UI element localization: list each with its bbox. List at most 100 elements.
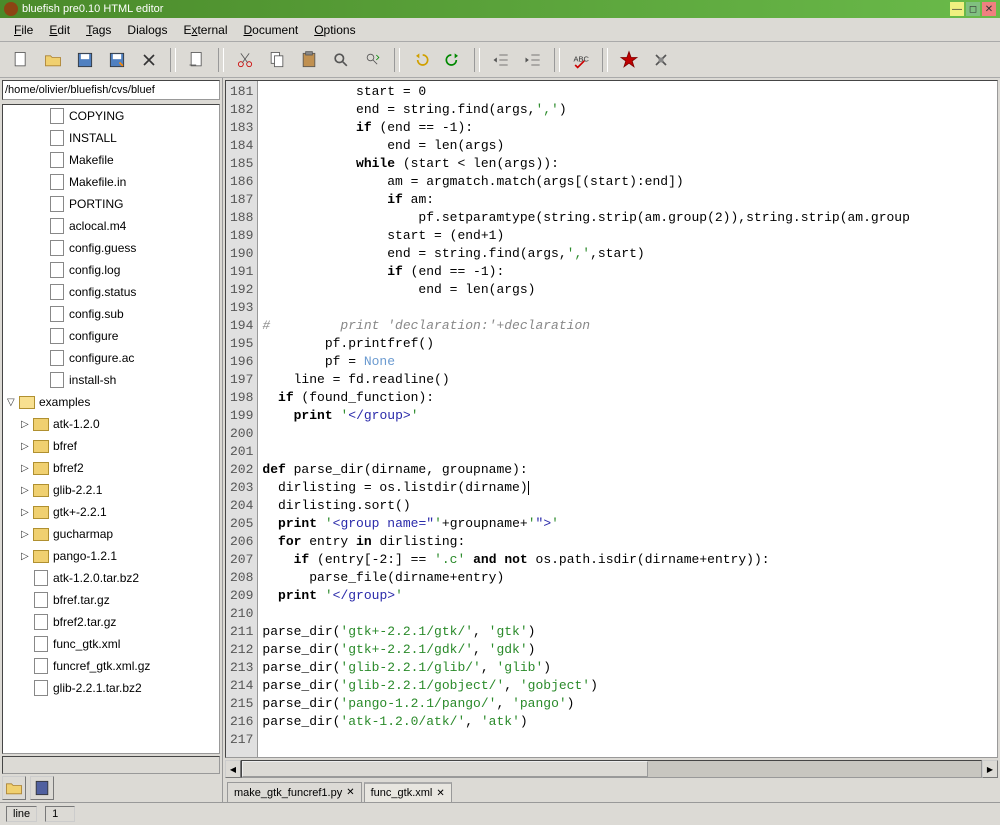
tree-item-label: configure.ac	[69, 351, 134, 365]
tree-item[interactable]: ▷bfref2	[3, 457, 219, 479]
tree-item[interactable]: bfref.tar.gz	[3, 589, 219, 611]
indent-button[interactable]	[518, 45, 548, 75]
editor-hscroll[interactable]: ◀ ▶	[225, 760, 998, 778]
file-icon	[49, 350, 65, 366]
menu-options[interactable]: Options	[308, 21, 361, 39]
tree-item[interactable]: Makefile	[3, 149, 219, 171]
find-button[interactable]	[326, 45, 356, 75]
expander-icon[interactable]: ▷	[21, 463, 33, 474]
tree-item[interactable]: aclocal.m4	[3, 215, 219, 237]
file-icon	[49, 218, 65, 234]
expander-icon[interactable]: ▷	[21, 485, 33, 496]
menu-file[interactable]: File	[8, 21, 39, 39]
close-button[interactable]: ✕	[982, 2, 996, 16]
close-file-button[interactable]	[134, 45, 164, 75]
status-line-value: 1	[45, 806, 75, 822]
tab-close-icon[interactable]: ✕	[346, 787, 354, 798]
tree-item[interactable]: ▷glib-2.2.1	[3, 479, 219, 501]
expander-icon[interactable]: ▽	[7, 397, 19, 408]
paste-button[interactable]	[294, 45, 324, 75]
file-tab[interactable]: make_gtk_funcref1.py✕	[227, 782, 362, 802]
preferences-button[interactable]	[646, 45, 676, 75]
tree-item[interactable]: config.log	[3, 259, 219, 281]
open-file-button[interactable]	[38, 45, 68, 75]
expander-icon[interactable]: ▷	[21, 551, 33, 562]
tree-item-label: gucharmap	[53, 527, 113, 541]
file-tree[interactable]: COPYINGINSTALLMakefileMakefile.inPORTING…	[2, 104, 220, 754]
file-tab[interactable]: func_gtk.xml✕	[364, 782, 452, 802]
tree-item-label: examples	[39, 395, 90, 409]
path-input[interactable]	[2, 80, 220, 100]
maximize-button[interactable]: ◻	[966, 2, 980, 16]
redo-button[interactable]	[438, 45, 468, 75]
undo-button[interactable]	[406, 45, 436, 75]
new-file-button[interactable]	[6, 45, 36, 75]
menu-tags[interactable]: Tags	[80, 21, 117, 39]
tree-item-label: atk-1.2.0	[53, 417, 100, 431]
copy-button[interactable]	[262, 45, 292, 75]
tree-item[interactable]: ▷gtk+-2.2.1	[3, 501, 219, 523]
sidebar-tab-files-button[interactable]	[2, 776, 26, 800]
tree-item[interactable]: config.guess	[3, 237, 219, 259]
tree-item[interactable]: ▷bfref	[3, 435, 219, 457]
code-content[interactable]: start = 0 end = string.find(args,',') if…	[258, 81, 997, 757]
scroll-thumb[interactable]	[242, 761, 648, 777]
tree-item[interactable]: ▷ gucharmap	[3, 523, 219, 545]
tree-item[interactable]: config.sub	[3, 303, 219, 325]
code-editor[interactable]: 1811821831841851861871881891901911921931…	[225, 80, 998, 758]
tree-item[interactable]: PORTING	[3, 193, 219, 215]
spellcheck-button[interactable]: ABC	[566, 45, 596, 75]
expander-icon[interactable]: ▷	[21, 419, 33, 430]
tree-item[interactable]: configure.ac	[3, 347, 219, 369]
folder-icon	[33, 526, 49, 542]
save-as-button[interactable]	[102, 45, 132, 75]
tree-item-label: config.sub	[69, 307, 124, 321]
expander-icon[interactable]: ▷	[21, 507, 33, 518]
toggle-something-button[interactable]	[182, 45, 212, 75]
tree-item-label: func_gtk.xml	[53, 637, 120, 651]
tree-item[interactable]: ▷ atk-1.2.0	[3, 413, 219, 435]
scroll-right-button[interactable]: ▶	[982, 760, 998, 778]
tree-item-label: config.log	[69, 263, 120, 277]
bookmark-button[interactable]	[614, 45, 644, 75]
tree-item[interactable]: COPYING	[3, 105, 219, 127]
scroll-track[interactable]	[241, 760, 982, 778]
tree-item[interactable]: funcref_gtk.xml.gz	[3, 655, 219, 677]
menu-dialogs[interactable]: Dialogs	[121, 21, 173, 39]
menu-document[interactable]: Document	[238, 21, 305, 39]
folder-icon	[33, 460, 49, 476]
tree-item[interactable]: INSTALL	[3, 127, 219, 149]
scroll-left-button[interactable]: ◀	[225, 760, 241, 778]
tree-item[interactable]: glib-2.2.1.tar.bz2	[3, 677, 219, 699]
tree-item-label: install-sh	[69, 373, 116, 387]
tree-item[interactable]: configure	[3, 325, 219, 347]
file-icon	[33, 592, 49, 608]
minimize-button[interactable]: —	[950, 2, 964, 16]
tree-item[interactable]: config.status	[3, 281, 219, 303]
menu-external[interactable]: External	[177, 21, 233, 39]
replace-button[interactable]	[358, 45, 388, 75]
cut-button[interactable]	[230, 45, 260, 75]
tree-item[interactable]: func_gtk.xml	[3, 633, 219, 655]
status-line-label: line	[6, 806, 37, 822]
unindent-button[interactable]	[486, 45, 516, 75]
expander-icon[interactable]: ▷	[21, 441, 33, 452]
titlebar[interactable]: bluefish pre0.10 HTML editor — ◻ ✕	[0, 0, 1000, 18]
sidebar-hscroll[interactable]	[2, 756, 220, 774]
tree-item-label: config.guess	[69, 241, 136, 255]
sidebar-tab-reference-button[interactable]	[30, 776, 54, 800]
folder-icon	[33, 548, 49, 564]
menu-edit[interactable]: Edit	[43, 21, 76, 39]
tree-item[interactable]: Makefile.in	[3, 171, 219, 193]
tab-close-icon[interactable]: ✕	[436, 788, 444, 799]
tree-item[interactable]: atk-1.2.0.tar.bz2	[3, 567, 219, 589]
tree-item[interactable]: bfref2.tar.gz	[3, 611, 219, 633]
tree-item[interactable]: ▽ examples	[3, 391, 219, 413]
svg-text:ABC: ABC	[574, 54, 590, 63]
tree-item[interactable]: ▷pango-1.2.1	[3, 545, 219, 567]
save-button[interactable]	[70, 45, 100, 75]
file-icon	[33, 614, 49, 630]
expander-icon[interactable]: ▷	[21, 529, 33, 540]
toolbar: ABC	[0, 42, 1000, 78]
tree-item[interactable]: install-sh	[3, 369, 219, 391]
